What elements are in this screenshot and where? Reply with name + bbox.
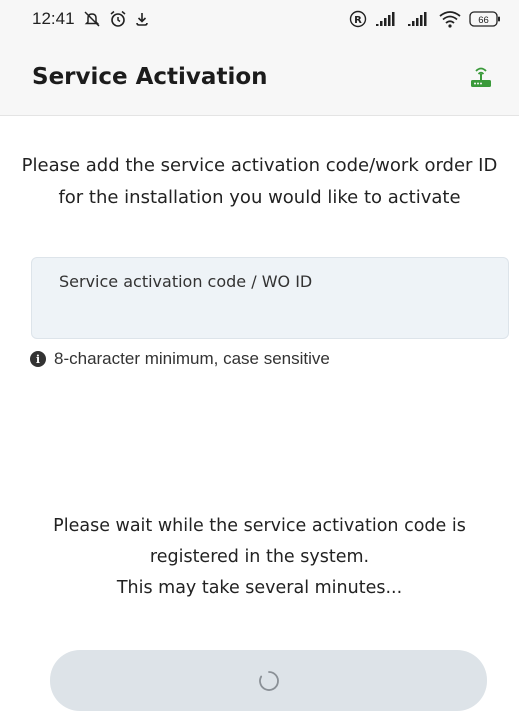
signal-icon — [375, 11, 399, 27]
activate-button[interactable] — [50, 650, 487, 711]
wait-message: Please wait while the service activation… — [0, 511, 519, 604]
battery-icon: 66 — [469, 10, 501, 28]
download-icon — [135, 11, 149, 27]
activation-code-label: Service activation code / WO ID — [59, 272, 313, 291]
hint-row: i 8-character minimum, case sensitive — [30, 349, 330, 369]
mute-icon — [83, 10, 101, 28]
activation-code-field[interactable]: Service activation code / WO ID — [31, 257, 509, 339]
alarm-icon — [109, 10, 127, 28]
info-icon: i — [30, 351, 46, 367]
activation-code-input[interactable] — [58, 302, 478, 330]
app-bar: Service Activation — [0, 38, 519, 116]
instruction-text: Please add the service activation code/w… — [0, 150, 519, 214]
registered-icon: R — [349, 10, 367, 28]
wifi-icon — [439, 10, 461, 28]
status-bar: 12:41 R 66 — [0, 0, 519, 38]
router-icon[interactable] — [469, 64, 493, 90]
svg-text:66: 66 — [478, 15, 489, 26]
svg-text:R: R — [354, 15, 362, 26]
instruction-line-1: Please add the service activation code/w… — [21, 155, 498, 176]
spinner-icon — [257, 669, 281, 693]
instruction-line-2: for the installation you would like to a… — [58, 187, 461, 208]
wait-line-2: registered in the system. — [149, 547, 370, 567]
wait-line-1: Please wait while the service activation… — [53, 516, 466, 536]
status-bar-right: R 66 — [349, 10, 501, 28]
signal-icon — [407, 11, 431, 27]
wait-line-3: This may take several minutes... — [116, 578, 403, 598]
page-title: Service Activation — [32, 63, 268, 90]
status-time: 12:41 — [32, 9, 75, 28]
hint-text: 8-character minimum, case sensitive — [54, 349, 330, 368]
status-bar-left: 12:41 — [32, 9, 149, 29]
